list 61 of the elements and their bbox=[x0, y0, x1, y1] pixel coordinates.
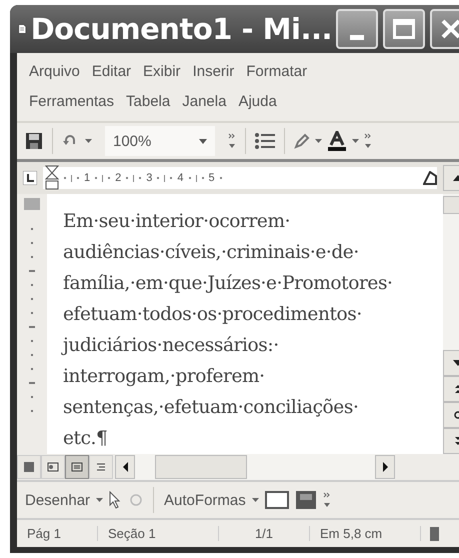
document-text: Em·seu·interior·ocorrem· audiências·cíveis,·criminais·e·de· família,·em·que·Juízes·e·Promotores· efetuam·todos·os·procedimentos· judiciários·necessários:· interrogam,·proferem· sentenças,·efetuam·conciliações· etc.¶ bbox=[63, 210, 394, 452]
caret-icon bbox=[199, 138, 207, 144]
page-icon bbox=[71, 462, 83, 472]
overflow-chevron-icon[interactable] bbox=[364, 133, 372, 150]
menu-item[interactable]: Ferramentas bbox=[29, 87, 114, 118]
text-box-icon[interactable] bbox=[294, 490, 317, 510]
ruler-margin-marker bbox=[24, 198, 40, 210]
window-title: Documento1 - Mi... bbox=[30, 12, 332, 46]
double-up-arrow-icon bbox=[455, 385, 459, 394]
rectangle-icon[interactable] bbox=[264, 491, 289, 510]
menu-item[interactable]: Inserir bbox=[192, 57, 234, 88]
menu-item[interactable]: Exibir bbox=[143, 57, 181, 88]
scrollbar-thumb[interactable] bbox=[155, 455, 247, 480]
tab-stop-icon[interactable] bbox=[23, 171, 37, 186]
status-text: Em 5,8 cm bbox=[310, 526, 421, 542]
ruler-number: 1 bbox=[84, 172, 90, 184]
caret-icon[interactable] bbox=[352, 139, 359, 144]
maximize-button[interactable] bbox=[383, 9, 425, 50]
normal-view-button[interactable] bbox=[17, 455, 41, 480]
outline-view-button[interactable] bbox=[89, 455, 113, 480]
ruler-number: 2 bbox=[115, 172, 122, 184]
ruler-number: 5 bbox=[208, 172, 215, 184]
right-arrow-icon bbox=[382, 462, 388, 472]
font-color-icon[interactable] bbox=[327, 131, 347, 152]
caret-icon[interactable] bbox=[85, 139, 92, 144]
minimize-button[interactable] bbox=[336, 9, 378, 50]
close-icon bbox=[440, 18, 459, 40]
autoshapes-menu-button[interactable]: AutoFormas bbox=[164, 492, 246, 509]
bulleted-list-icon[interactable] bbox=[255, 133, 275, 150]
menu-item[interactable]: Tabela bbox=[126, 87, 170, 118]
caret-icon[interactable] bbox=[96, 498, 104, 502]
save-icon[interactable] bbox=[25, 132, 43, 150]
overflow-chevron-icon[interactable] bbox=[228, 133, 236, 150]
menu-item[interactable]: Arquivo bbox=[29, 57, 80, 88]
indent-marker-icon[interactable] bbox=[45, 165, 59, 192]
menu-item[interactable]: Ajuda bbox=[238, 87, 277, 118]
menu-item[interactable]: Janela bbox=[182, 87, 226, 118]
outline-icon bbox=[96, 462, 106, 472]
menu-item[interactable]: Formatar bbox=[246, 57, 308, 88]
status-text: Seção 1 bbox=[98, 526, 219, 542]
menu-item[interactable]: Editar bbox=[92, 57, 132, 88]
ruler-number: 4 bbox=[177, 172, 184, 184]
double-down-arrow-icon bbox=[455, 437, 459, 446]
left-arrow-icon bbox=[122, 462, 128, 472]
overflow-chevron-icon[interactable] bbox=[322, 492, 331, 508]
web-view-button[interactable] bbox=[41, 455, 65, 480]
minimize-icon bbox=[350, 35, 364, 42]
scroll-left-button[interactable] bbox=[115, 455, 135, 480]
pencil-icon[interactable] bbox=[294, 133, 310, 150]
status-text: Pág 1 bbox=[17, 526, 98, 542]
caret-icon[interactable] bbox=[252, 498, 259, 502]
status-text: 1/1 bbox=[219, 526, 310, 542]
zoom-field[interactable]: 100% bbox=[105, 126, 215, 156]
print-view-button[interactable] bbox=[65, 455, 89, 480]
maximize-icon bbox=[393, 19, 415, 40]
globe-page-icon bbox=[47, 462, 59, 472]
right-indent-icon[interactable] bbox=[423, 171, 437, 186]
caret-icon[interactable] bbox=[315, 139, 322, 144]
ruler-number: 3 bbox=[146, 172, 152, 184]
scroll-right-button[interactable] bbox=[375, 455, 395, 480]
draw-menu-button[interactable]: Desenhar bbox=[25, 492, 90, 509]
